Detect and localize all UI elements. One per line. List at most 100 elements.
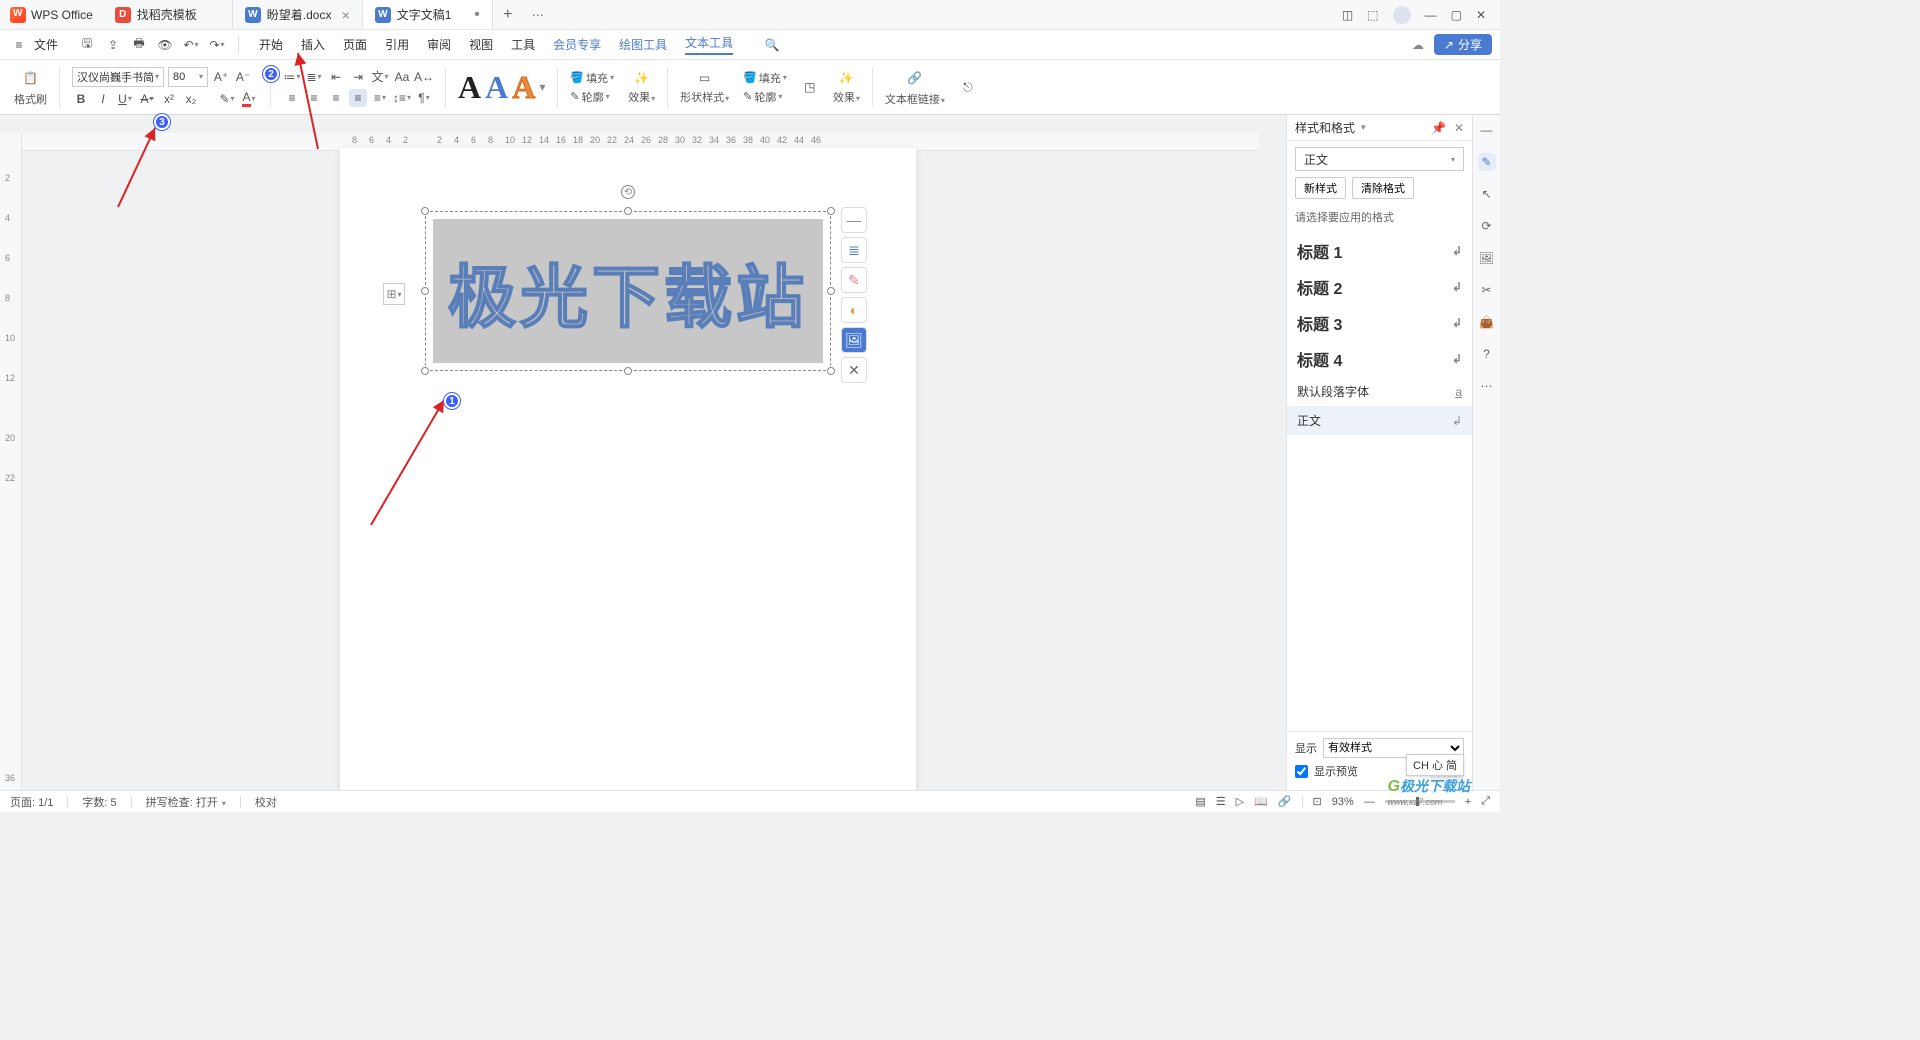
style-list[interactable]: 标题 1↲ 标题 2↲ 标题 3↲ 标题 4↲ 默认段落字体a 正文↲ [1287,229,1472,731]
shape-3d-group[interactable]: ◳ [795,60,825,114]
close-button[interactable]: ✕ [1476,8,1486,22]
font-shrink-icon[interactable]: A⁻ [234,68,252,86]
more-icon[interactable]: ⋯ [1478,377,1496,395]
minimize-button[interactable]: — [1425,8,1437,22]
menu-reference[interactable]: 引用 [385,36,409,53]
rotate-handle[interactable]: ⟲ [621,185,635,199]
align-justify-icon[interactable]: ≡ [349,89,367,107]
font-color-icon[interactable]: A▾ [240,90,258,108]
chevron-down-icon[interactable]: ▾ [1361,122,1366,133]
help-icon[interactable]: ? [1478,345,1496,363]
text-effect-group[interactable]: ✨ 效果▾ [622,60,661,114]
fullscreen-icon[interactable]: ⤢ [1481,795,1490,808]
font-family-select[interactable]: 汉仪尚巍手书简▾ [72,67,164,87]
tab-doc-1[interactable]: W 盼望着.docx × [233,0,363,29]
distributed-icon[interactable]: ≡▾ [371,89,389,107]
text-direction-icon[interactable]: 文▾ [371,68,389,86]
scissors-icon[interactable]: ✂ [1478,281,1496,299]
share-button[interactable]: ↗分享 [1434,34,1492,55]
float-wrap-button[interactable]: ≣ [841,237,867,263]
view-page-icon[interactable]: ▤ [1195,795,1205,808]
current-style-select[interactable]: 正文 ▾ [1295,147,1464,171]
italic-icon[interactable]: I [94,90,112,108]
clear-format-button[interactable]: 清除格式 [1352,177,1414,199]
align-right-icon[interactable]: ≡ [327,89,345,107]
view-outline-icon[interactable]: ☰ [1216,795,1226,808]
menu-page[interactable]: 页面 [343,36,367,53]
select-icon[interactable]: ↖ [1478,185,1496,203]
status-proof[interactable]: 校对 [255,794,277,810]
menu-texttools[interactable]: 文本工具 [685,34,733,55]
resize-handle-br[interactable] [827,367,835,375]
status-spell[interactable]: 拼写检查: 打开 ▾ [146,794,226,810]
textbox-content[interactable]: 极光下载站 [433,219,823,363]
float-image-button[interactable]: 🖼 [841,327,867,353]
selected-textbox[interactable]: ⟲ 极光下载站 ⊞▾ — ≣ ✎ ◐ 🖼 ✕ [425,211,831,371]
new-tab-button[interactable]: + [493,0,523,29]
break-link-group[interactable]: ⎋ [953,60,983,114]
text-outline-button[interactable]: ✎轮廓▾ [570,89,609,105]
menu-review[interactable]: 审阅 [427,36,451,53]
highlight-icon[interactable]: ✎▾ [218,90,236,108]
layout-options-button[interactable]: ⊞▾ [383,283,405,305]
style-heading3[interactable]: 标题 3↲ [1287,305,1472,341]
float-effect-button[interactable]: ◐ [841,297,867,323]
preview-icon[interactable]: 👁 [154,34,176,56]
preview-checkbox[interactable] [1295,765,1308,778]
menu-drawtools[interactable]: 绘图工具 [619,36,667,53]
bag-icon[interactable]: 👜 [1478,313,1496,331]
shape-effect-group[interactable]: ✨ 效果▾ [827,60,866,114]
style-heading4[interactable]: 标题 4↲ [1287,341,1472,377]
menu-member[interactable]: 会员专享 [553,36,601,53]
reading-icon[interactable]: 📖 [1254,795,1268,808]
bold-icon[interactable]: B [72,90,90,108]
resize-handle-mr[interactable] [827,287,835,295]
zoom-value[interactable]: 93% [1332,796,1354,808]
change-case-icon[interactable]: Aa [393,68,411,86]
subscript-icon[interactable]: x₂ [182,90,200,108]
print-icon[interactable]: 🖶 [128,34,150,56]
link-icon[interactable]: 🔗 [1278,795,1292,808]
chevron-down-icon[interactable]: ▾ [539,80,545,94]
save-icon[interactable]: 🖫 [76,34,98,56]
float-close-button[interactable]: — [841,207,867,233]
resize-handle-ml[interactable] [421,287,429,295]
ruler-vertical[interactable]: 24681012202236 [0,133,22,790]
pin-icon[interactable]: 📌 [1431,121,1446,135]
menu-home[interactable]: 开始 [259,36,283,53]
superscript-icon[interactable]: x² [160,90,178,108]
file-menu[interactable]: 文件 [34,36,58,53]
fit-icon[interactable]: ⊡ [1313,795,1322,808]
para-spacing-icon[interactable]: ¶▾ [415,89,433,107]
image-panel-icon[interactable]: 🖼 [1478,249,1496,267]
style-heading1[interactable]: 标题 1↲ [1287,233,1472,269]
new-style-button[interactable]: 新样式 [1295,177,1346,199]
font-size-select[interactable]: 80▾ [168,67,208,87]
wordart-preset-3[interactable]: A [512,69,535,106]
user-avatar[interactable] [1393,6,1411,24]
float-tools-button[interactable]: ✕ [841,357,867,383]
text-fill-button[interactable]: 🪣填充▾ [570,70,614,86]
style-body[interactable]: 正文↲ [1287,406,1472,435]
style-default-para[interactable]: 默认段落字体a [1287,377,1472,406]
shape-style-group[interactable]: ▭ 形状样式▾ [674,60,735,114]
char-scale-icon[interactable]: A↔ [415,68,433,86]
strike-icon[interactable]: A▾ [138,90,156,108]
menu-icon[interactable]: ≡ [8,34,30,56]
wordart-presets[interactable]: A A A ▾ [452,60,551,114]
tab-template[interactable]: D 找稻壳模板 [103,0,233,29]
float-style-button[interactable]: ✎ [841,267,867,293]
shape-outline-button[interactable]: ✎轮廓▾ [743,89,782,105]
wordart-text[interactable]: 极光下载站 [448,242,808,341]
window-tile-icon[interactable]: ◫ [1342,8,1353,22]
indent-dec-icon[interactable]: ⇤ [327,68,345,86]
shape-fill-button[interactable]: 🪣填充▾ [743,70,787,86]
edit-icon[interactable]: ✎ [1478,153,1496,171]
redo-icon[interactable]: ↷▾ [206,34,228,56]
zoom-out-button[interactable]: — [1364,796,1375,808]
tab-menu-button[interactable]: ⋯ [523,0,553,29]
close-icon[interactable]: × [342,7,350,23]
text-link-group[interactable]: 🔗 文本框链接▾ [879,60,951,114]
export-icon[interactable]: ⇪ [102,34,124,56]
status-page[interactable]: 页面: 1/1 [10,794,53,810]
